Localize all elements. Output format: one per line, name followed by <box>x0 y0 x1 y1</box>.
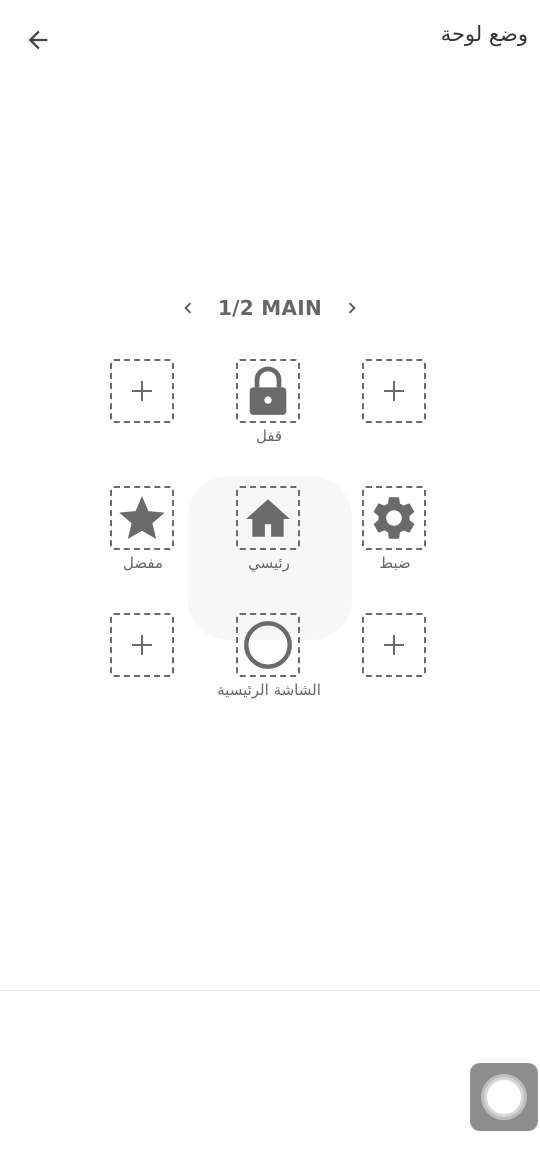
home-icon <box>246 499 290 537</box>
back-button[interactable] <box>16 20 60 60</box>
circle-icon <box>244 621 292 669</box>
page-indicator: 1/2 MAIN <box>217 296 323 320</box>
home-screen-label: الشاشة الرئيسية <box>217 681 321 699</box>
lock-icon <box>249 366 287 415</box>
chevron-left-icon <box>184 302 192 314</box>
favorite-slot[interactable] <box>110 486 174 550</box>
settings-label: ضبط <box>379 554 411 572</box>
lock-label: قفل <box>255 427 283 445</box>
chevron-right-icon <box>348 302 356 314</box>
empty-slot-add[interactable] <box>110 359 174 423</box>
gear-icon <box>373 497 415 539</box>
divider <box>0 990 540 991</box>
home-screen-slot[interactable] <box>236 613 300 677</box>
empty-slot-add[interactable] <box>110 613 174 677</box>
page-switcher: 1/2 MAIN <box>0 288 540 328</box>
home-label: رئيسي <box>248 554 290 572</box>
lock-slot[interactable] <box>236 359 300 423</box>
settings-slot[interactable] <box>362 486 426 550</box>
empty-slot-add[interactable] <box>362 359 426 423</box>
plus-icon <box>384 635 404 655</box>
home-slot[interactable] <box>236 486 300 550</box>
arrow-left-icon <box>28 30 48 50</box>
assistive-touch-button[interactable] <box>470 1063 538 1131</box>
assistive-touch-icon <box>484 1077 524 1117</box>
plus-icon <box>384 381 404 401</box>
top-bar: وضع لوحة <box>0 0 540 80</box>
plus-icon <box>132 635 152 655</box>
prev-page-button[interactable] <box>172 292 204 324</box>
plus-icon <box>132 381 152 401</box>
page-title: وضع لوحة <box>440 22 528 46</box>
next-page-button[interactable] <box>336 292 368 324</box>
empty-slot-add[interactable] <box>362 613 426 677</box>
star-icon <box>119 496 165 540</box>
favorite-label: مفضل <box>123 554 163 572</box>
